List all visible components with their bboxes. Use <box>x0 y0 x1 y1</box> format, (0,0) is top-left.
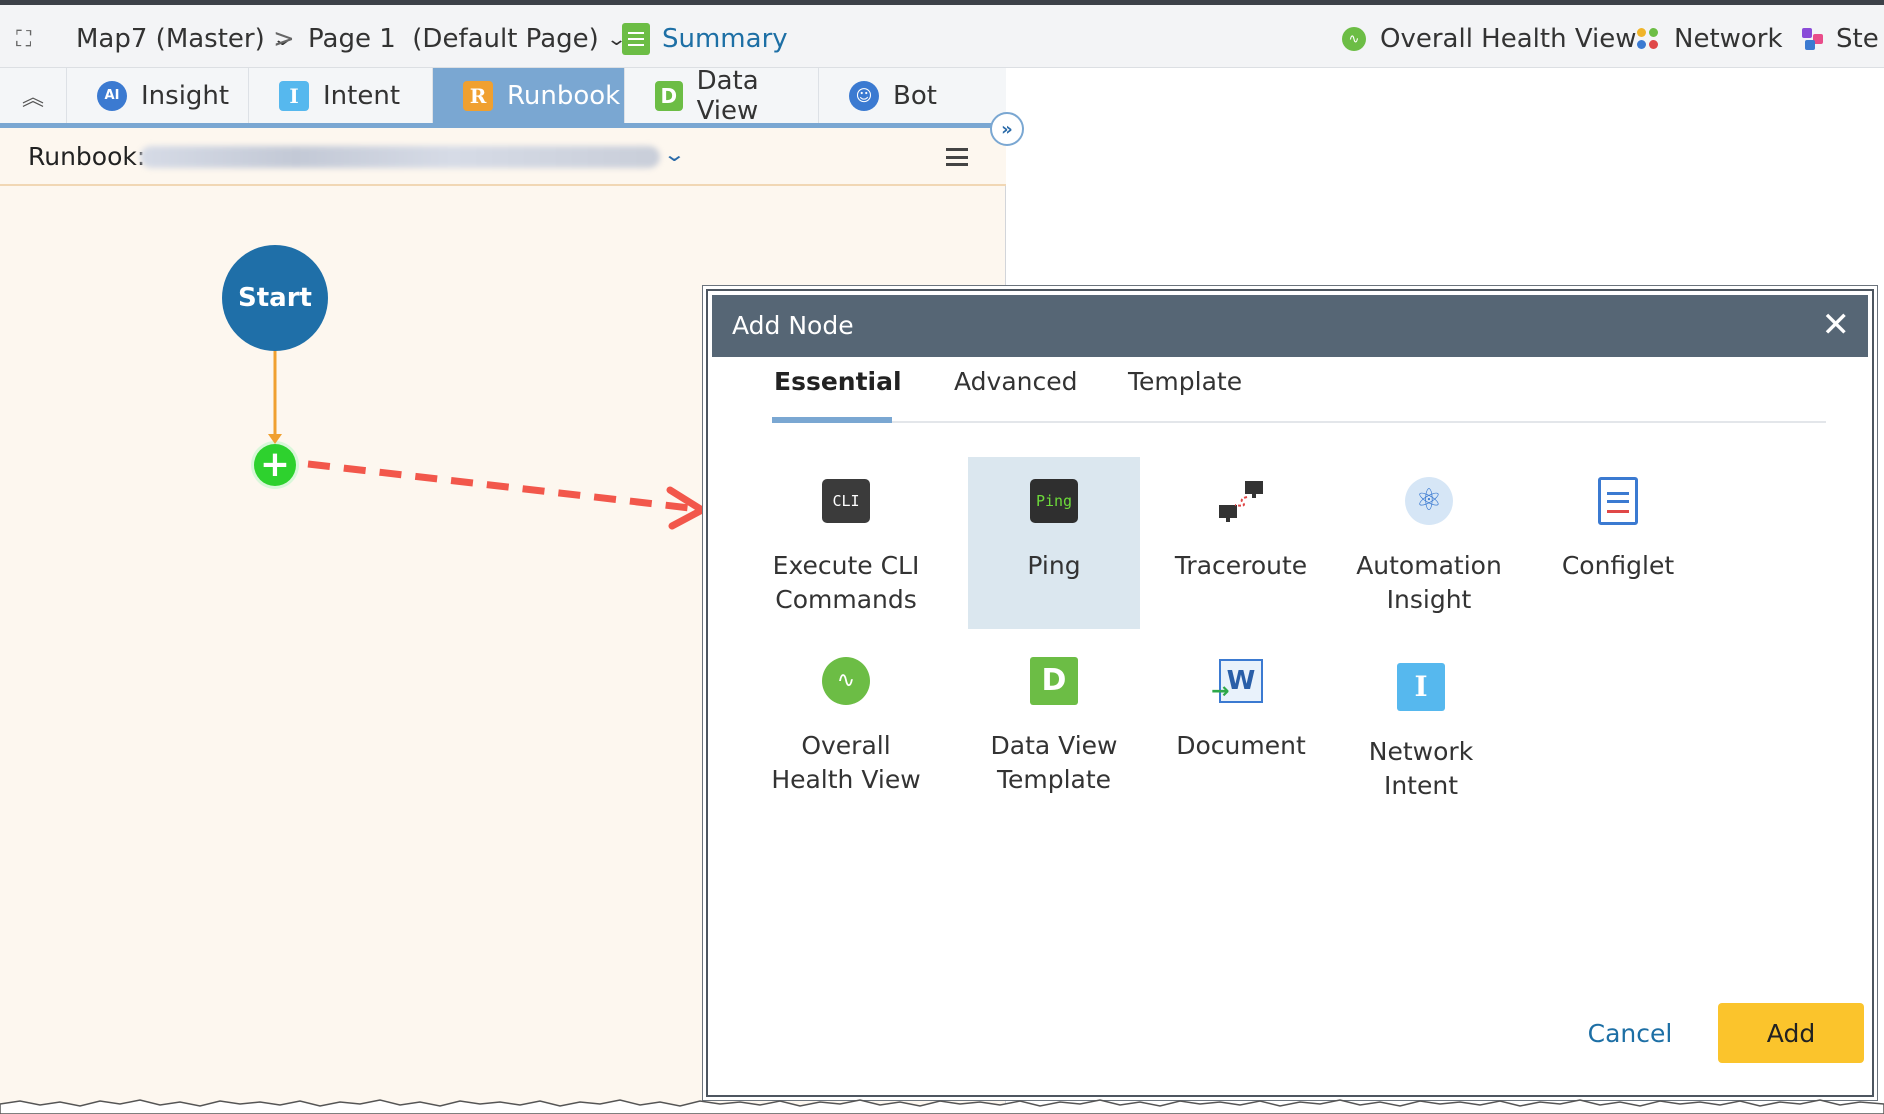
active-tab-indicator <box>772 417 892 423</box>
health-icon: ∿ <box>1342 27 1366 51</box>
steps-label: Ste <box>1836 24 1879 54</box>
node-label: Overall Health View <box>771 731 921 794</box>
node-traceroute[interactable]: Traceroute <box>1155 457 1327 629</box>
start-node[interactable]: Start <box>222 245 328 351</box>
collapse-up-icon[interactable]: ︽ <box>0 68 66 123</box>
tab-intent-label: Intent <box>323 80 401 111</box>
node-ping[interactable]: Ping Ping <box>968 457 1140 629</box>
dialog-header: Add Node ✕ <box>712 295 1868 357</box>
overall-health-view-link[interactable]: ∿ Overall Health View <box>1342 21 1637 57</box>
tab-data-view[interactable]: D Data View <box>624 65 818 126</box>
breadcrumb-separator: > <box>273 24 295 54</box>
ai-robot-icon: AI <box>97 80 127 111</box>
tab-bot-label: Bot <box>893 80 937 111</box>
node-document[interactable]: W Document <box>1155 657 1327 763</box>
add-button[interactable]: Add <box>1718 1003 1864 1063</box>
intent-icon: I <box>279 80 309 111</box>
atom-icon: ⚛ <box>1405 477 1453 525</box>
dialog-title: Add Node <box>732 311 854 340</box>
tab-essential[interactable]: Essential <box>774 367 902 396</box>
cancel-button[interactable]: Cancel <box>1570 1003 1690 1063</box>
node-overall-health-view[interactable]: ∿ Overall Health View <box>760 657 932 797</box>
tab-intent[interactable]: I Intent <box>248 68 432 123</box>
close-icon[interactable]: ✕ <box>1822 305 1851 345</box>
data-view-icon: D <box>655 80 683 111</box>
page-title: Page 1 (Default Page) <box>308 24 599 54</box>
steps-link[interactable]: Ste <box>1802 21 1879 57</box>
data-view-icon: D <box>1030 657 1078 705</box>
tab-bot[interactable]: ☺ Bot <box>818 68 1006 123</box>
summary-link[interactable]: Summary <box>622 21 788 57</box>
tab-data-view-label: Data View <box>696 65 759 126</box>
node-label: Document <box>1176 731 1306 760</box>
overall-health-label: Overall Health View <box>1380 24 1637 54</box>
node-automation-insight[interactable]: ⚛ Automation Insight <box>1343 457 1515 629</box>
ping-icon: Ping <box>1030 479 1078 523</box>
page-selector[interactable]: Page 1 (Default Page) ⌄ <box>308 21 627 57</box>
runbook-name-redacted[interactable] <box>140 146 660 168</box>
torn-edge-decoration <box>0 1099 1884 1114</box>
node-label: Data View Template <box>990 731 1118 794</box>
tab-advanced[interactable]: Advanced <box>954 367 1078 396</box>
top-header: ⛶ Map7 (Master) ⌄ > Page 1 (Default Page… <box>0 0 1884 68</box>
intent-icon: I <box>1397 663 1445 711</box>
tab-insight-label: Insight <box>141 80 230 111</box>
document-icon <box>1598 477 1638 525</box>
word-icon: W <box>1211 659 1263 709</box>
node-label: Ping <box>1027 551 1081 580</box>
node-network-intent[interactable]: I Network Intent <box>1335 663 1507 803</box>
panel-tab-bar: ︽ AI Insight I Intent R Runbook D Data V… <box>0 65 1006 128</box>
node-data-view-template[interactable]: D Data View Template <box>968 657 1140 797</box>
add-node-button[interactable]: + <box>254 444 296 486</box>
steps-icon <box>1802 28 1824 50</box>
network-icon <box>1636 27 1660 51</box>
tab-runbook-label: Runbook <box>507 80 621 111</box>
expand-panel-icon[interactable]: » <box>990 112 1024 146</box>
bot-icon: ☺ <box>849 80 879 111</box>
summary-icon <box>622 23 650 55</box>
runbook-label: Runbook: <box>28 142 146 171</box>
fullscreen-icon[interactable]: ⛶ <box>16 21 50 57</box>
chevron-down-icon[interactable]: ⌄ <box>663 142 686 166</box>
add-node-dialog: Add Node ✕ Essential Advanced Template C… <box>706 289 1874 1097</box>
node-execute-cli-commands[interactable]: CLI Execute CLI Commands <box>760 457 932 629</box>
node-label: Execute CLI Commands <box>772 551 920 614</box>
traceroute-icon <box>1217 477 1265 525</box>
network-link[interactable]: Network <box>1636 21 1783 57</box>
map-title: Map7 (Master) <box>76 24 265 54</box>
node-configlet[interactable]: Configlet <box>1532 457 1704 629</box>
node-label: Automation Insight <box>1356 551 1502 614</box>
tab-template[interactable]: Template <box>1128 367 1242 396</box>
network-label: Network <box>1674 24 1783 54</box>
tab-divider <box>772 421 1826 423</box>
tab-runbook[interactable]: R Runbook <box>432 68 624 123</box>
hamburger-menu-icon[interactable] <box>946 148 968 166</box>
map-selector[interactable]: Map7 (Master) ⌄ <box>76 21 293 57</box>
summary-label: Summary <box>662 24 788 54</box>
tab-insight[interactable]: AI Insight <box>66 68 248 123</box>
node-label: Configlet <box>1561 551 1675 580</box>
runbook-header: Runbook: ⌄ <box>0 128 1006 186</box>
health-icon: ∿ <box>822 657 870 705</box>
node-label: Network Intent <box>1368 737 1474 800</box>
runbook-icon: R <box>463 80 493 111</box>
node-label: Traceroute <box>1174 551 1308 580</box>
cli-icon: CLI <box>822 479 870 523</box>
